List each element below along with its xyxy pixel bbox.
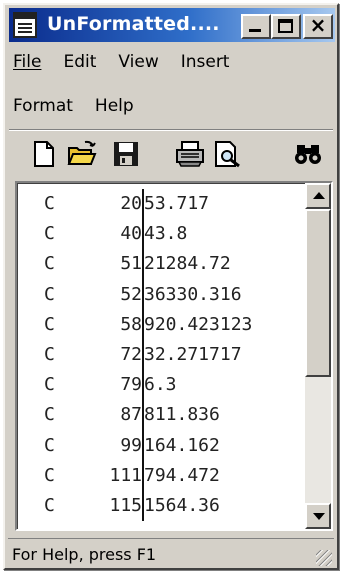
line-number: 20 <box>120 193 142 214</box>
menu-format[interactable]: Format <box>13 96 73 116</box>
save-disk-icon <box>114 142 138 166</box>
line-value: 43.8 <box>144 223 188 245</box>
text-line: C 52 36330.316 <box>17 280 307 310</box>
text-line: C 79 6.3 <box>17 370 307 400</box>
print-preview-button[interactable] <box>211 137 245 171</box>
text-line: C 115 1564.36 <box>17 491 307 521</box>
close-button[interactable]: × <box>303 13 333 39</box>
line-number: 58 <box>120 313 142 335</box>
line-number: 40 <box>120 223 142 245</box>
text-line: C 20 53.717 <box>17 189 307 219</box>
arrow-up-icon <box>313 192 325 199</box>
text-line: C 51 21284.72 <box>17 249 307 279</box>
app-window: UnFormatted.... × File Edit View Insert … <box>3 3 339 570</box>
text-line: C 87 811.836 <box>17 400 307 430</box>
line-value: 794.472 <box>144 464 220 486</box>
menu-view[interactable]: View <box>118 52 158 72</box>
vertical-scrollbar[interactable] <box>305 183 331 529</box>
line-value: 36330.316 <box>144 283 242 305</box>
menu-insert[interactable]: Insert <box>181 52 230 72</box>
print-button[interactable] <box>173 137 207 171</box>
line-value: 32.271717 <box>144 343 242 365</box>
maximize-button[interactable] <box>271 14 301 39</box>
text-line: C 58 920.423123 <box>17 310 307 340</box>
menu-help[interactable]: Help <box>95 96 134 116</box>
line-value: 53.717 <box>144 193 210 214</box>
new-document-icon <box>34 141 54 167</box>
toolbar-separator <box>9 129 333 131</box>
title-bar[interactable]: UnFormatted.... × <box>9 8 335 42</box>
line-number: 52 <box>120 283 142 305</box>
line-value: 1564.36 <box>144 494 220 516</box>
line-number: 115 <box>109 494 142 516</box>
line-code: C <box>44 223 55 245</box>
menu-edit[interactable]: Edit <box>63 52 96 72</box>
line-value: 6.3 <box>144 374 177 396</box>
find-binoculars-icon <box>295 145 321 164</box>
line-number: 79 <box>120 374 142 396</box>
maximize-icon <box>278 19 293 33</box>
open-button[interactable] <box>65 137 99 171</box>
text-line: C 99 164.162 <box>17 431 307 461</box>
print-preview-icon <box>215 141 240 168</box>
menu-bar: File Edit View Insert <box>13 49 251 75</box>
line-value: 811.836 <box>144 404 220 426</box>
menu-bar-row-2: Format Help <box>13 93 156 119</box>
line-code: C <box>44 313 55 335</box>
scroll-up-button[interactable] <box>305 183 331 209</box>
line-code: C <box>44 193 55 214</box>
print-icon <box>176 141 204 167</box>
arrow-down-icon <box>313 513 325 520</box>
close-icon: × <box>309 13 327 37</box>
window-title: UnFormatted.... <box>47 13 220 35</box>
editor-lines: C 20 53.717 C 40 43.8 C 51 21284.72 C 52 36330.316 C… <box>17 189 307 522</box>
line-code: C <box>44 434 55 456</box>
line-code: C <box>44 283 55 305</box>
line-code: C <box>44 343 55 365</box>
status-bar: For Help, press F1 <box>8 538 334 568</box>
line-code: C <box>44 464 55 486</box>
line-number: 51 <box>120 253 142 275</box>
minimize-icon <box>249 29 261 32</box>
line-value: 164.162 <box>144 434 220 456</box>
line-code: C <box>44 404 55 426</box>
save-button[interactable] <box>109 137 143 171</box>
minimize-button[interactable] <box>241 14 271 39</box>
line-code: C <box>44 494 55 516</box>
line-number: 99 <box>120 434 142 456</box>
line-code: C <box>44 253 55 275</box>
resize-grip-icon[interactable] <box>316 550 332 566</box>
new-button[interactable] <box>27 137 61 171</box>
line-code: C <box>44 374 55 396</box>
line-number: 72 <box>120 343 142 365</box>
scroll-thumb[interactable] <box>305 209 331 377</box>
text-line: C 111 794.472 <box>17 461 307 491</box>
text-line: C 72 32.271717 <box>17 340 307 370</box>
line-value: 21284.72 <box>144 253 231 275</box>
menu-file[interactable]: File <box>13 52 41 72</box>
line-number: 87 <box>120 404 142 426</box>
notepad-icon[interactable] <box>13 12 37 38</box>
scroll-down-button[interactable] <box>305 503 331 529</box>
find-button[interactable] <box>291 137 325 171</box>
line-number: 111 <box>109 464 142 486</box>
status-text: For Help, press F1 <box>12 545 157 564</box>
text-line: C 40 43.8 <box>17 219 307 249</box>
open-folder-icon <box>67 140 97 165</box>
text-editor[interactable]: C 20 53.717 C 40 43.8 C 51 21284.72 C 52 36330.316 C… <box>15 181 333 531</box>
line-value: 920.423123 <box>144 313 253 335</box>
